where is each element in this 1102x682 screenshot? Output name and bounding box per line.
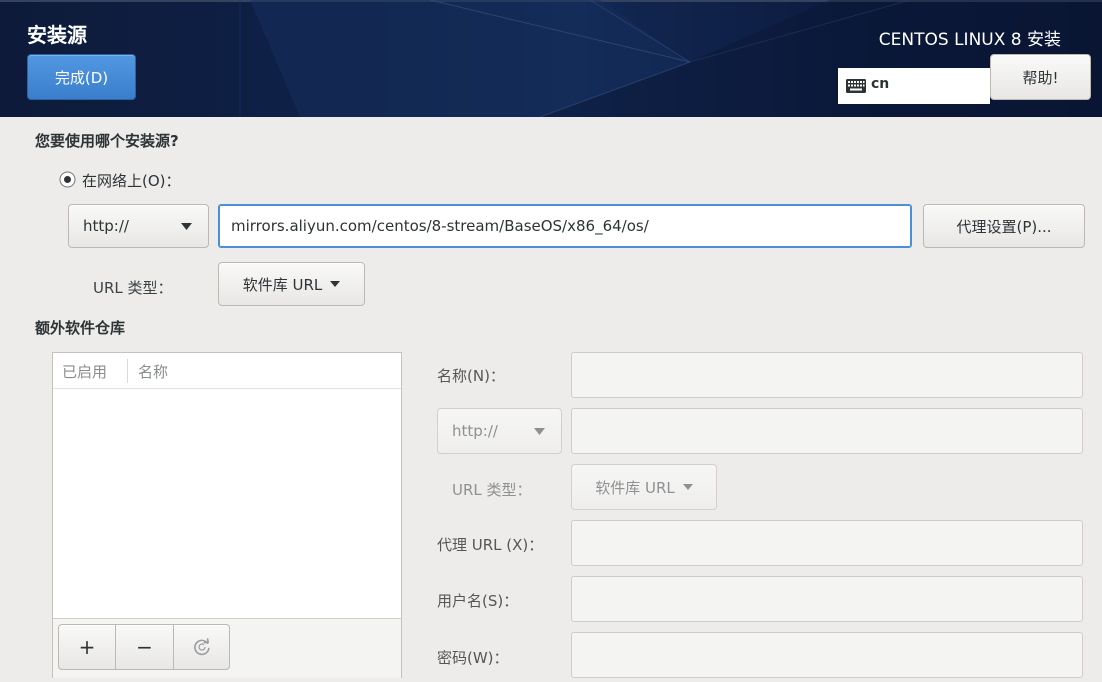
- header-bar: 安装源 完成(D) CENTOS LINUX 8 安装 cn 帮助!: [0, 0, 1102, 117]
- repo-url-field[interactable]: [571, 408, 1083, 454]
- repo-proxy-url-input[interactable]: [571, 520, 1083, 566]
- repo-protocol-dropdown-value: http://: [452, 422, 498, 440]
- repo-protocol-dropdown[interactable]: http://: [437, 408, 562, 454]
- column-header-name[interactable]: 名称: [138, 361, 168, 382]
- protocol-dropdown-value: http://: [83, 217, 129, 235]
- add-repo-button[interactable]: +: [58, 624, 116, 670]
- repo-url-type-label: URL 类型：: [452, 481, 532, 499]
- remove-repo-button[interactable]: −: [115, 624, 174, 670]
- view-refresh-icon: [193, 638, 210, 656]
- repo-url-type-dropdown[interactable]: 软件库 URL: [571, 464, 717, 510]
- repo-list-toolbar: + −: [53, 618, 401, 678]
- repo-list: 已启用 名称 + −: [52, 352, 402, 678]
- pan-down-icon: [181, 222, 192, 230]
- repo-password-label: 密码(W)：: [437, 649, 509, 667]
- protocol-dropdown[interactable]: http://: [68, 204, 209, 248]
- refresh-repos-button[interactable]: [173, 624, 230, 670]
- keyboard-layout-label: cn: [871, 76, 890, 92]
- repo-url-input[interactable]: [218, 204, 912, 248]
- proxy-settings-button[interactable]: 代理设置(P)...: [923, 204, 1085, 248]
- pan-down-icon: [330, 281, 341, 287]
- repo-proxy-url-label: 代理 URL (X)：: [437, 536, 544, 554]
- done-button-label: 完成(D): [54, 68, 109, 87]
- list-add-icon: +: [78, 635, 96, 659]
- repo-password-input[interactable]: [571, 632, 1083, 678]
- product-title: CENTOS LINUX 8 安装: [878, 30, 1061, 50]
- repo-list-body[interactable]: [53, 389, 401, 618]
- url-type-dropdown-value: 软件库 URL: [242, 275, 323, 294]
- url-type-dropdown[interactable]: 软件库 URL: [218, 262, 365, 306]
- repo-username-input[interactable]: [571, 576, 1083, 622]
- pan-down-icon: [534, 427, 545, 435]
- page-title: 安装源: [27, 23, 87, 47]
- column-header-enabled[interactable]: 已启用: [62, 361, 107, 382]
- network-option-label[interactable]: 在网络上(O)：: [82, 170, 181, 191]
- repo-url-type-dropdown-value: 软件库 URL: [595, 478, 675, 497]
- help-button[interactable]: 帮助!: [990, 54, 1091, 100]
- radio-checked-icon[interactable]: [59, 171, 76, 188]
- repo-name-label: 名称(N)：: [437, 367, 505, 385]
- url-type-label: URL 类型：: [93, 279, 173, 297]
- done-button[interactable]: 完成(D): [27, 54, 136, 100]
- list-remove-icon: −: [136, 635, 153, 659]
- source-question: 您要使用哪个安装源?: [35, 132, 179, 150]
- column-separator: [127, 359, 128, 383]
- keyboard-icon: [846, 79, 866, 93]
- proxy-settings-button-label: 代理设置(P)...: [956, 217, 1052, 236]
- help-button-label: 帮助!: [1022, 68, 1059, 87]
- repo-list-header: 已启用 名称: [53, 353, 401, 389]
- keyboard-layout-indicator[interactable]: cn: [838, 68, 990, 104]
- repo-name-input[interactable]: [571, 352, 1083, 398]
- repo-username-label: 用户名(S)：: [437, 592, 519, 610]
- additional-repos-title: 额外软件仓库: [35, 319, 126, 337]
- pan-down-icon: [682, 484, 693, 490]
